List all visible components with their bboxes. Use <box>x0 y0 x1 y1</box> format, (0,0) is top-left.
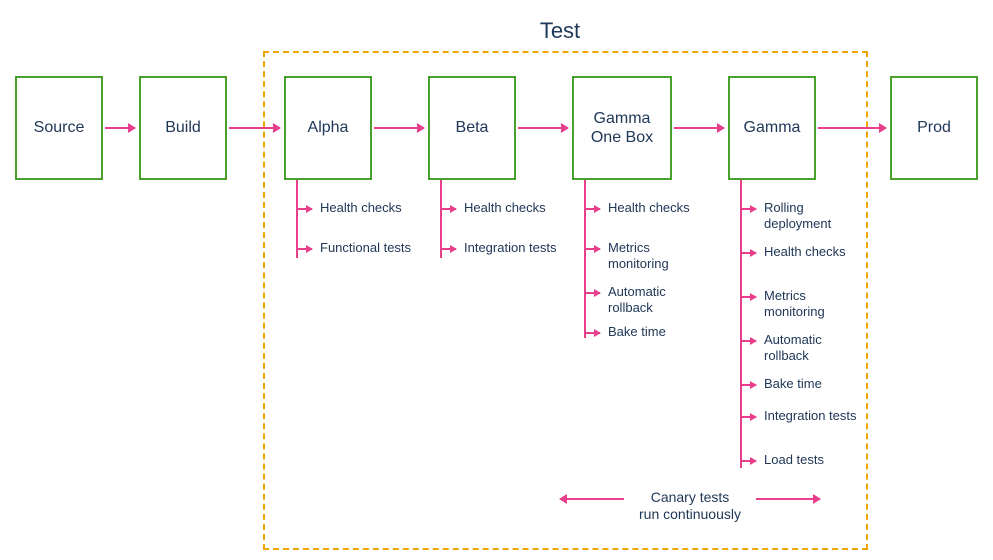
stage-beta: Beta <box>428 76 516 180</box>
sub-item: Rolling deployment <box>764 200 859 233</box>
arrow-alpha-beta <box>374 127 424 129</box>
sub-arrow <box>742 208 756 210</box>
test-group-title: Test <box>520 18 600 44</box>
stage-alpha: Alpha <box>284 76 372 180</box>
stage-label: Prod <box>917 118 951 137</box>
sub-item: Automatic rollback <box>764 332 859 365</box>
canary-text-line2: run continuously <box>630 506 750 522</box>
sub-arrow <box>442 208 456 210</box>
stage-prod: Prod <box>890 76 978 180</box>
sub-arrow <box>742 384 756 386</box>
sub-item: Functional tests <box>320 240 415 256</box>
canary-arrow-left <box>560 498 624 500</box>
sub-item: Integration tests <box>464 240 559 256</box>
stage-label: Beta <box>456 118 489 137</box>
sub-item: Integration tests <box>764 408 859 424</box>
sub-arrow <box>442 248 456 250</box>
sub-arrow <box>298 248 312 250</box>
stage-label: Gamma <box>744 118 801 137</box>
stage-label: Source <box>34 118 85 137</box>
canary-arrow-right <box>756 498 820 500</box>
canary-text-line1: Canary tests <box>630 489 750 505</box>
stage-label: Build <box>165 118 201 137</box>
sub-arrow <box>586 248 600 250</box>
arrow-beta-gammaone <box>518 127 568 129</box>
sub-arrow <box>586 292 600 294</box>
sub-arrow <box>298 208 312 210</box>
sub-arrow <box>742 416 756 418</box>
sub-item: Health checks <box>464 200 559 216</box>
sub-item: Automatic rollback <box>608 284 703 317</box>
sub-item: Bake time <box>608 324 703 340</box>
sub-arrow <box>742 252 756 254</box>
stage-gamma-one-box: Gamma One Box <box>572 76 672 180</box>
sub-arrow <box>586 332 600 334</box>
stage-source: Source <box>15 76 103 180</box>
sub-arrow <box>586 208 600 210</box>
stem-beta <box>440 180 442 258</box>
sub-item: Health checks <box>320 200 415 216</box>
stage-label: Alpha <box>308 118 349 137</box>
sub-item: Metrics monitoring <box>764 288 859 321</box>
arrow-gammaone-gamma <box>674 127 724 129</box>
sub-item: Health checks <box>764 244 859 260</box>
stem-gamma-one-box <box>584 180 586 338</box>
sub-arrow <box>742 460 756 462</box>
stem-alpha <box>296 180 298 258</box>
stage-label: Gamma One Box <box>591 109 653 147</box>
arrow-gamma-prod <box>818 127 886 129</box>
arrow-build-alpha <box>229 127 280 129</box>
arrow-source-build <box>105 127 135 129</box>
sub-item: Metrics monitoring <box>608 240 703 273</box>
stem-gamma <box>740 180 742 468</box>
sub-arrow <box>742 340 756 342</box>
stage-build: Build <box>139 76 227 180</box>
sub-item: Bake time <box>764 376 859 392</box>
sub-item: Load tests <box>764 452 859 468</box>
sub-arrow <box>742 296 756 298</box>
stage-gamma: Gamma <box>728 76 816 180</box>
sub-item: Health checks <box>608 200 703 216</box>
